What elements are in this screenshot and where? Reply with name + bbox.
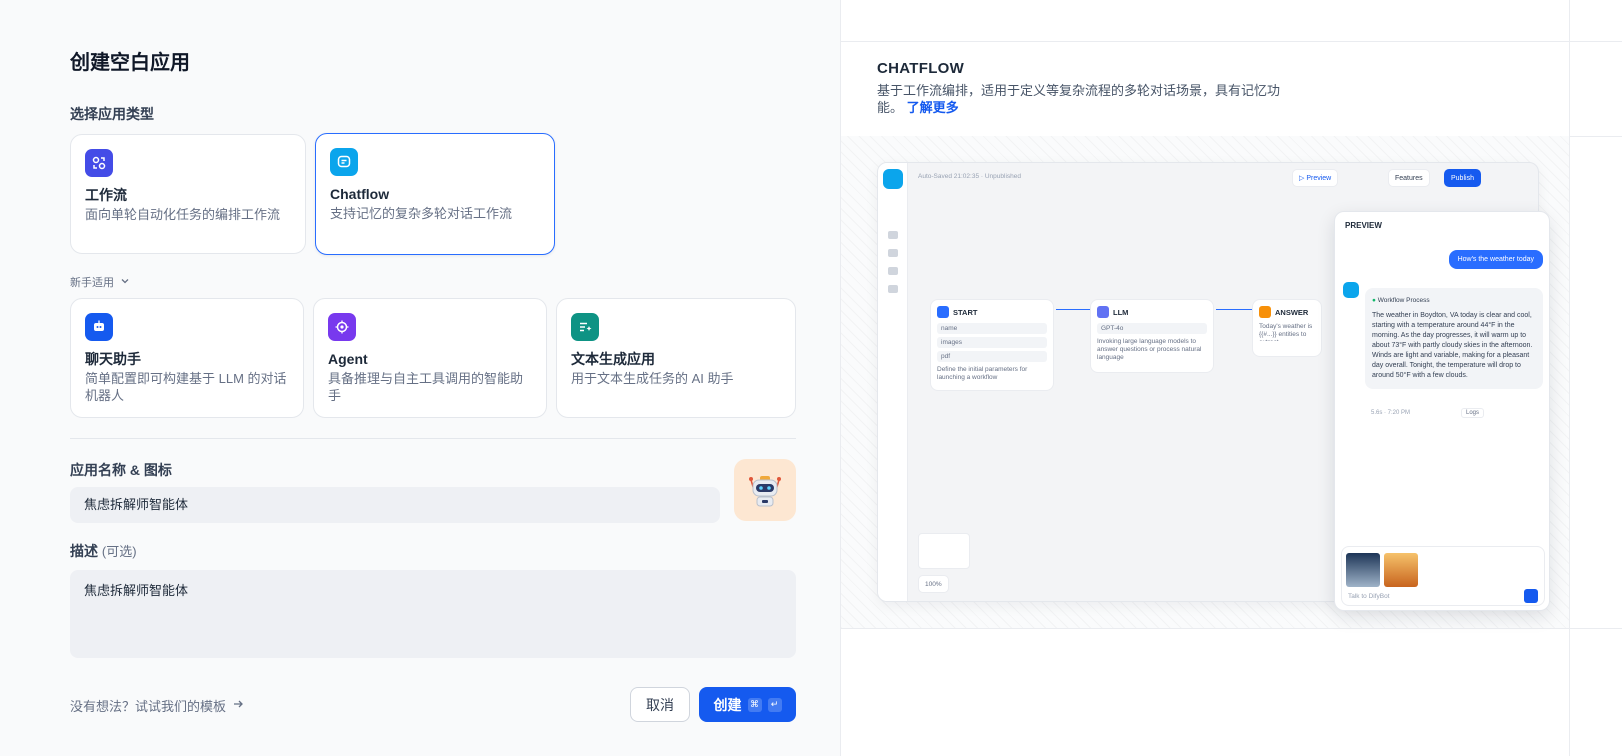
answer-node-icon [1259,306,1271,318]
mini-var-row: name [937,323,1047,334]
app-type-text-generation-card[interactable]: 文本生成应用 用于文本生成任务的 AI 助手 [556,298,796,418]
card-desc: 支持记忆的复杂多轮对话工作流 [330,206,513,221]
robot-icon [749,476,781,507]
desc-label: 描述 [70,543,98,559]
app-type-chat-assistant-card[interactable]: 聊天助手 简单配置即可构建基于 LLM 的对话机器人 [70,298,304,418]
card-desc: 面向单轮自动化任务的编排工作流 [85,207,281,222]
image-thumb [1346,553,1380,587]
start-node-icon [937,306,949,318]
start-node-hint: Define the initial parameters for launch… [937,366,1028,381]
mini-nav-icon [888,267,898,275]
mini-start-node: START name images pdf Define the initial… [930,299,1054,391]
desc-label-row: 描述 (可选) [70,541,137,561]
bot-message-text: The weather in Boydton, VA today is clea… [1372,312,1533,379]
mini-preview-panel: PREVIEW How's the weather today ● Workfl… [1334,211,1550,611]
agent-icon [328,313,356,341]
user-message: How's the weather today [1448,250,1543,269]
mini-preview-button: ▷ Preview [1292,169,1339,187]
start-node-title: START [953,307,978,317]
app-type-label: 选择应用类型 [70,106,154,122]
mini-var-row: images [937,337,1047,348]
app-name-input[interactable]: 焦虑拆解师智能体 [70,487,720,523]
workflow-process: ● Workflow Process [1372,297,1430,304]
card-desc: 用于文本生成任务的 AI 助手 [571,371,734,386]
mini-minimap [918,533,970,569]
zoom-level: 100% [925,580,942,588]
app-type-chatflow-card[interactable]: Chatflow 支持记忆的复杂多轮对话工作流 [315,133,555,255]
card-title: 文本生成应用 [571,351,655,367]
create-button[interactable]: 创建 ⌘ ↵ [699,687,796,722]
mini-publish-button: Publish [1444,169,1481,187]
mini-features-button: Features [1388,169,1430,187]
newbie-toggle[interactable]: 新手适用 [70,274,130,290]
message-time: 5.6s · 7:20 PM [1371,410,1411,416]
send-icon [1524,589,1538,603]
text-generation-icon [571,313,599,341]
arrow-right-icon [232,698,244,713]
grid-line [841,41,1622,42]
divider [70,438,796,439]
mini-nav-icon [888,231,898,239]
mini-edge [1216,309,1252,310]
check-icon: ● [1372,297,1376,304]
app-name-label: 应用名称 & 图标 [70,462,172,478]
kbd-cmd: ⌘ [747,697,762,712]
app-type-workflow-card[interactable]: 工作流 面向单轮自动化任务的编排工作流 [70,134,306,254]
card-desc: 简单配置即可构建基于 LLM 的对话机器人 [85,371,287,403]
learn-more-link[interactable]: 了解更多 [907,100,959,115]
cancel-button[interactable]: 取消 [630,687,690,722]
bot-message: ● Workflow Process The weather in Boydto… [1365,288,1543,389]
chevron-down-icon [120,276,130,289]
image-thumb [1384,553,1418,587]
preview-panel-title: PREVIEW [1345,221,1382,230]
llm-node-title: LLM [1113,307,1129,317]
card-title: Agent [328,351,368,367]
chat-placeholder: Talk to DifyBot [1348,593,1390,600]
mini-sidebar [878,163,908,601]
mini-llm-node: LLM GPT-4o Invoking large language model… [1090,299,1214,373]
mini-autosave: Auto-Saved 21:02:35 · Unpublished [918,173,1021,180]
kbd-enter: ↵ [767,697,782,712]
desc-optional: (可选) [101,544,137,559]
mini-chat-input: Talk to DifyBot [1341,546,1545,606]
logs-button: Logs [1461,408,1485,418]
workflow-icon [85,149,113,177]
description-textarea[interactable]: 焦虑拆解师智能体 [70,570,796,658]
card-title: 工作流 [85,187,127,203]
answer-node-title: ANSWER [1275,307,1309,317]
create-app-form: 创建空白应用 选择应用类型 工作流 面向单轮自动化任务的编排工作流 Chatfl… [0,0,840,756]
llm-node-hint: Invoking large language models to answer… [1097,338,1202,361]
mini-nav-icon [888,249,898,257]
mini-answer-node: ANSWER Today's weather is {{#...}} entit… [1252,299,1322,357]
preview-type-desc: 基于工作流编排，适用于定义等复杂流程的多轮对话场景，具有记忆功能。 了解更多 [877,82,1291,116]
mini-nav-icon [888,285,898,293]
app-icon-picker[interactable] [734,459,796,521]
llm-node-icon [1097,306,1109,318]
mini-var-row: pdf [937,351,1047,362]
card-desc: 具备推理与自主工具调用的智能助手 [328,371,524,403]
mini-app-icon [883,169,903,189]
template-link[interactable]: 没有想法？试试我们的模板 [70,696,244,715]
mini-model-row: GPT-4o [1097,323,1207,334]
card-title: 聊天助手 [85,351,141,367]
page-title: 创建空白应用 [70,52,190,74]
template-link-text: 没有想法？试试我们的模板 [70,699,227,714]
mini-zoom-toolbar: 100% [918,575,949,593]
mini-edge [1056,309,1090,310]
create-label: 创建 [713,696,742,713]
card-title: Chatflow [330,186,390,202]
answer-node-hint: Today's weather is {{#...}} entities to … [1259,323,1313,341]
grid-line [841,628,1622,629]
app-type-agent-card[interactable]: Agent 具备推理与自主工具调用的智能助手 [313,298,547,418]
chat-assistant-icon [85,313,113,341]
bot-avatar-icon [1343,282,1359,298]
newbie-label: 新手适用 [70,277,114,289]
grid-line [1569,0,1570,756]
preview-type-title: CHATFLOW [877,60,965,77]
chatflow-icon [330,148,358,176]
